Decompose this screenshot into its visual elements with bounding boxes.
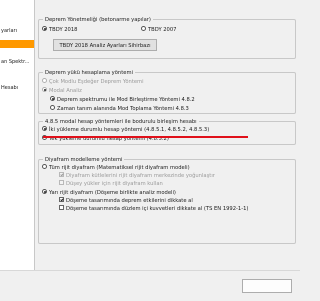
earthquake-method-group-title: Deprem yükü hesaplama yöntemi bbox=[43, 69, 135, 77]
rigid-vertical-label: Düşey yükler için rijit diyafram kullan bbox=[66, 181, 163, 187]
radio-selected-icon bbox=[42, 189, 47, 194]
design-code-group-title: Deprem Yönetmeliği (betonarme yapılar) bbox=[43, 16, 153, 24]
checkbox-checked-icon bbox=[59, 172, 64, 177]
sidebar-item[interactable]: yarları bbox=[0, 27, 34, 35]
load-case-group: 4.8.5 modal hesap yöntemleri ile bodurul… bbox=[38, 118, 296, 145]
slab-inplane-label: Döşeme tasarımında düzlem içi kuvvetleri… bbox=[66, 206, 249, 212]
rigid-vertical-checkbox[interactable]: Düşey yükler için rijit diyafram kullan bbox=[59, 180, 163, 188]
multi-mode-radio[interactable]: Çok Modlu Eşdeğer Deprem Yöntemi bbox=[42, 78, 144, 86]
time-history-radio[interactable]: Zaman tanım alanında Mod Toplama Yöntemi… bbox=[50, 105, 189, 113]
rigid-diaphragm-radio[interactable]: Tüm rijit diyafram (Matematiksel rijit d… bbox=[42, 164, 190, 172]
multi-mode-label: Çok Modlu Eşdeğer Deprem Yöntemi bbox=[49, 79, 144, 85]
radio-selected-icon bbox=[42, 26, 47, 31]
settings-panel: Deprem Yönetmeliği (betonarme yapılar) T… bbox=[37, 0, 300, 270]
sidebar-item[interactable] bbox=[0, 6, 34, 14]
sidebar-item[interactable] bbox=[0, 66, 34, 74]
tbdy2018-label: TBDY 2018 bbox=[49, 27, 78, 33]
sidebar: yarları an Spektr... Hesabı bbox=[0, 0, 35, 270]
slab-inplane-checkbox[interactable]: Döşeme tasarımında düzlem içi kuvvetleri… bbox=[59, 205, 248, 213]
two-load-case-label: İki yükleme durumlu hesap yöntemi (4.8.5… bbox=[49, 127, 210, 133]
modal-analysis-label: Modal Analiz bbox=[49, 88, 82, 94]
modal-analysis-radio[interactable]: Modal Analiz bbox=[42, 87, 82, 95]
tbdy2007-radio[interactable]: TBDY 2007 bbox=[141, 26, 176, 34]
earthquake-method-group: Deprem yükü hesaplama yöntemi Çok Modlu … bbox=[38, 69, 296, 114]
dialog-button[interactable] bbox=[242, 279, 292, 293]
analysis-settings-wizard-button[interactable]: TBDY 2018 Analiz Ayarları Sihirbazı bbox=[53, 39, 157, 51]
spectrum-radio[interactable]: Deprem spektrumu ile Mod Birleştirme Yön… bbox=[50, 96, 195, 104]
rigid-mass-checkbox[interactable]: Diyafram kütlelerini rijit diyafram merk… bbox=[59, 172, 215, 180]
load-case-group-title: 4.8.5 modal hesap yöntemleri ile bodurul… bbox=[43, 118, 199, 126]
diaphragm-model-group-title: Diyafram modelleme yöntemi bbox=[43, 156, 125, 164]
time-history-label: Zaman tanım alanında Mod Toplama Yöntemi… bbox=[57, 106, 189, 112]
spectrum-label: Deprem spektrumu ile Mod Birleştirme Yön… bbox=[57, 97, 195, 103]
semi-rigid-diaphragm-label: Yarı rijit diyafram (Döşeme birlikte ana… bbox=[49, 190, 176, 196]
checkbox-icon bbox=[59, 180, 64, 185]
checkbox-icon bbox=[59, 205, 64, 210]
radio-icon bbox=[50, 105, 55, 110]
sidebar-item[interactable] bbox=[0, 50, 34, 58]
radio-icon bbox=[141, 26, 146, 31]
radio-icon bbox=[42, 78, 47, 83]
rigid-diaphragm-label: Tüm rijit diyafram (Matematiksel rijit d… bbox=[49, 165, 190, 171]
two-load-case-radio[interactable]: İki yükleme durumlu hesap yöntemi (4.8.5… bbox=[42, 126, 209, 134]
radio-selected-icon bbox=[42, 126, 47, 131]
rigid-mass-label: Diyafram kütlelerini rijit diyafram merk… bbox=[66, 173, 215, 179]
tbdy2007-label: TBDY 2007 bbox=[148, 27, 177, 33]
dialog-footer bbox=[0, 270, 300, 301]
design-code-group: Deprem Yönetmeliği (betonarme yapılar) T… bbox=[38, 16, 296, 59]
sidebar-item[interactable]: Hesabı bbox=[0, 84, 34, 92]
radio-icon bbox=[42, 164, 47, 169]
slab-earthquake-checkbox[interactable]: Döşeme tasarımında deprem etkilerini dik… bbox=[59, 197, 193, 205]
diaphragm-model-group: Diyafram modelleme yöntemi Tüm rijit diy… bbox=[38, 156, 296, 244]
radio-selected-icon bbox=[42, 87, 47, 92]
tbdy2018-radio[interactable]: TBDY 2018 bbox=[42, 26, 77, 34]
red-underline bbox=[43, 136, 248, 138]
slab-earthquake-label: Döşeme tasarımında deprem etkilerini dik… bbox=[66, 198, 193, 204]
sidebar-item-selected[interactable] bbox=[0, 40, 34, 48]
semi-rigid-diaphragm-radio[interactable]: Yarı rijit diyafram (Döşeme birlikte ana… bbox=[42, 189, 176, 197]
checkbox-checked-icon bbox=[59, 197, 64, 202]
radio-selected-icon bbox=[50, 96, 55, 101]
sidebar-item[interactable]: an Spektr... bbox=[0, 58, 34, 66]
